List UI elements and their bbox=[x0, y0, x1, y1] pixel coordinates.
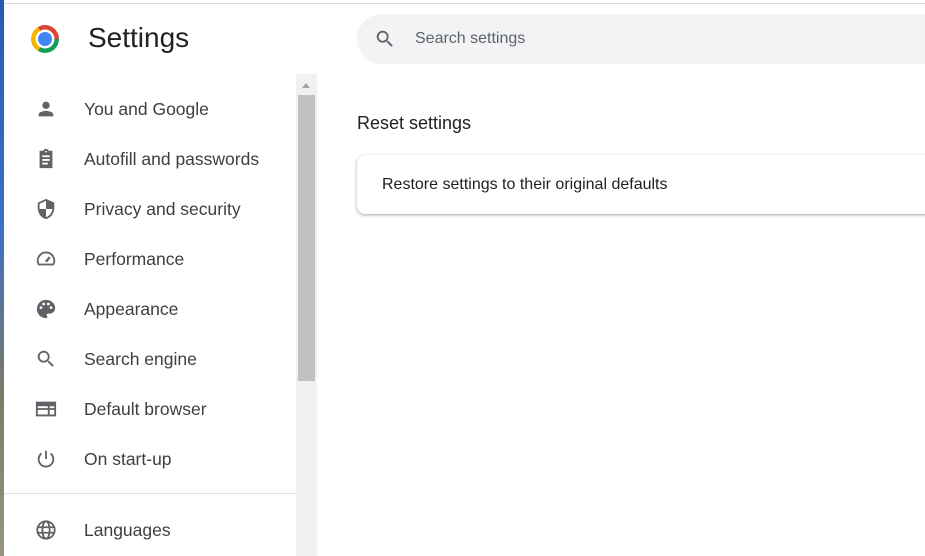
sidebar-item-default-browser[interactable]: Default browser bbox=[4, 384, 296, 434]
chrome-logo-icon bbox=[31, 25, 59, 53]
restore-defaults-button[interactable]: Restore settings to their original defau… bbox=[357, 155, 925, 214]
page-title: Settings bbox=[88, 22, 190, 53]
browser-icon bbox=[35, 401, 57, 417]
sidebar-item-label: Default browser bbox=[84, 398, 207, 419]
search-bar[interactable] bbox=[357, 14, 925, 64]
sidebar-item-privacy[interactable]: Privacy and security bbox=[4, 184, 296, 234]
scrollbar-thumb[interactable] bbox=[298, 95, 315, 381]
sidebar-item-you-and-google[interactable]: You and Google bbox=[4, 84, 296, 134]
sidebar-item-autofill[interactable]: Autofill and passwords bbox=[4, 134, 296, 184]
section-title: Reset settings bbox=[357, 113, 472, 133]
restore-defaults-label: Restore settings to their original defau… bbox=[382, 175, 668, 193]
sidebar: You and Google Autofill and passwords Pr… bbox=[4, 74, 296, 556]
person-icon bbox=[38, 101, 54, 117]
sidebar-item-label: Appearance bbox=[84, 298, 179, 319]
sidebar-item-on-startup[interactable]: On start-up bbox=[4, 434, 296, 484]
sidebar-scrollbar[interactable] bbox=[296, 74, 317, 556]
sidebar-item-label: Privacy and security bbox=[84, 198, 241, 219]
sidebar-item-label: On start-up bbox=[84, 448, 172, 469]
speedometer-icon bbox=[36, 251, 56, 266]
search-input[interactable] bbox=[415, 30, 815, 48]
sidebar-item-languages[interactable]: Languages bbox=[4, 505, 296, 555]
power-icon bbox=[37, 450, 55, 468]
palette-icon bbox=[36, 299, 56, 319]
sidebar-item-label: Performance bbox=[84, 248, 185, 269]
sidebar-divider bbox=[4, 493, 296, 494]
top-border bbox=[4, 3, 925, 4]
sidebar-item-appearance[interactable]: Appearance bbox=[4, 284, 296, 334]
search-icon bbox=[376, 30, 393, 47]
sidebar-item-label: Autofill and passwords bbox=[84, 148, 260, 169]
shield-icon bbox=[37, 198, 55, 220]
sidebar-item-label: Languages bbox=[84, 519, 171, 540]
sidebar-item-search-engine[interactable]: Search engine bbox=[4, 334, 296, 384]
sidebar-item-label: You and Google bbox=[84, 98, 209, 119]
scroll-up-arrow-icon[interactable] bbox=[302, 83, 310, 88]
search-icon bbox=[37, 350, 54, 367]
clipboard-icon bbox=[39, 148, 53, 169]
sidebar-item-performance[interactable]: Performance bbox=[4, 234, 296, 284]
globe-icon bbox=[36, 520, 56, 540]
sidebar-item-label: Search engine bbox=[84, 348, 197, 369]
